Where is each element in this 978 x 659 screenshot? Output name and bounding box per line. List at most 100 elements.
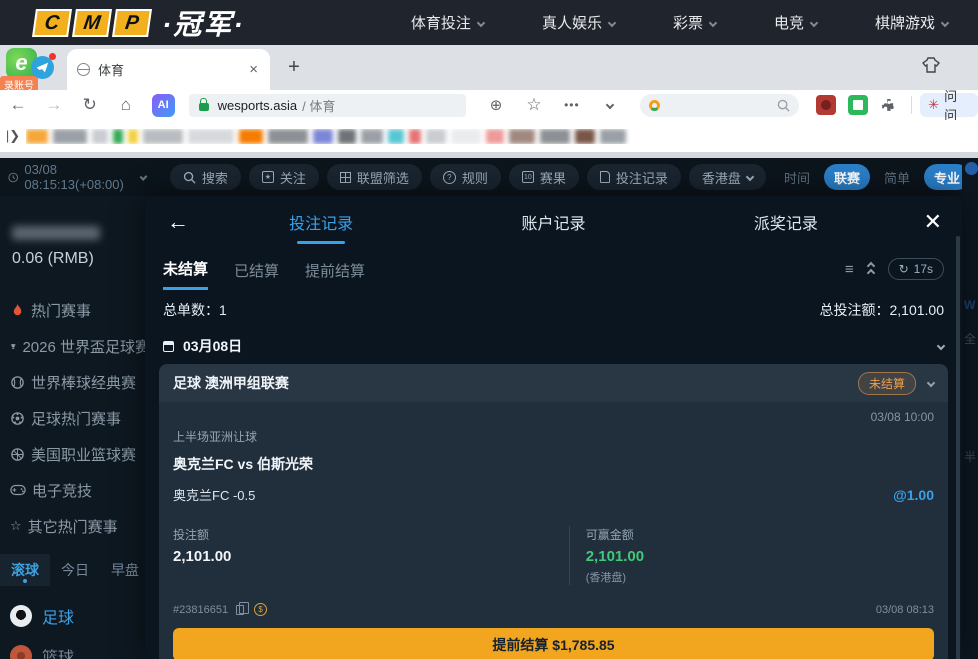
puzzle-extensions-icon[interactable] [880, 96, 898, 114]
sort-by-league-toggle[interactable]: 联赛 [824, 164, 870, 190]
chevron-down-icon [746, 173, 754, 181]
nav-esports[interactable]: 电竞 [774, 12, 817, 33]
chevron-down-icon [927, 379, 935, 387]
sidebar-item-world-baseball-classic[interactable]: 世界棒球经典赛 [0, 364, 150, 400]
trophy-icon [10, 339, 16, 354]
favorites-button[interactable]: ★ 关注 [249, 164, 319, 190]
tab-account-records[interactable]: 账户记录 [437, 196, 669, 248]
globe-icon [77, 63, 90, 76]
sort-list-icon[interactable]: ≡ [845, 261, 854, 278]
modal-subtabs: 未结算 已结算 提前结算 ≡ ↻ 17s [145, 248, 962, 290]
server-time[interactable]: 03/08 08:15:13(+08:00) [8, 162, 146, 192]
tab-payout-records[interactable]: 派奖记录 [670, 196, 902, 248]
divider [911, 96, 912, 114]
copy-icon[interactable] [236, 605, 244, 615]
sidebar-menu: 热门赛事 2026 世界盃足球赛 世界棒球经典赛 足球热门赛事 美国职业篮球赛 … [0, 292, 150, 544]
new-tab-button[interactable]: + [281, 55, 307, 81]
address-bar[interactable]: wesports.asia / 体育 [189, 94, 466, 117]
tab-title: 体育 [98, 60, 247, 79]
odds-type-selector[interactable]: 香港盘 [689, 164, 766, 190]
quick-search-box[interactable] [640, 94, 800, 117]
search-icon [777, 99, 790, 112]
sidebar-expand-icon[interactable]: |❯ [0, 128, 26, 144]
nav-card-games[interactable]: 棋牌游戏 [875, 12, 948, 33]
extension-book-icon[interactable] [848, 95, 868, 115]
results-button[interactable]: 10 赛果 [509, 164, 579, 190]
tab-close-icon[interactable]: × [247, 61, 260, 78]
simple-view-toggle[interactable]: 简单 [874, 168, 920, 187]
date-group-row[interactable]: 03月08日 [145, 330, 962, 362]
cmp-logo[interactable]: C M P ·冠军· [34, 3, 245, 43]
flame-icon [10, 303, 25, 318]
coin-icon[interactable]: $ [254, 603, 267, 616]
league-filter-button[interactable]: 联盟筛选 [327, 164, 422, 190]
rules-button[interactable]: ? 规则 [430, 164, 501, 190]
back-arrow-icon[interactable]: ← [167, 209, 189, 235]
calendar-icon [163, 341, 174, 352]
search-engine-icon [649, 100, 660, 111]
baseball-icon [10, 375, 25, 390]
search-icon [183, 171, 196, 184]
bookmark-star-icon[interactable]: ☆ [516, 95, 552, 115]
tab-live[interactable]: 滚球 [0, 554, 50, 586]
refresh-countdown[interactable]: ↻ 17s [888, 258, 944, 280]
soccer-ball-icon [10, 605, 32, 627]
ask-ai-button[interactable]: ✳ 问问 [920, 93, 978, 117]
star-icon: ☆ [10, 518, 22, 534]
left-sidebar: 0.06 (RMB) 热门赛事 2026 世界盃足球赛 世界棒球经典赛 足球热门… [0, 196, 150, 659]
win-label: 可赢金额 [586, 526, 934, 543]
url-path: / 体育 [302, 96, 335, 115]
tab-bet-records[interactable]: 投注记录 [205, 196, 437, 248]
tab-today[interactable]: 今日 [50, 554, 100, 586]
browser-tab-active[interactable]: 体育 × [67, 49, 270, 90]
sidebar-item-other-hot[interactable]: ☆ 其它热门赛事 [0, 508, 150, 544]
subtab-settled[interactable]: 已结算 [234, 250, 279, 289]
sidebar-item-esports[interactable]: 电子竞技 [0, 472, 150, 508]
theme-shirt-icon[interactable] [922, 57, 940, 78]
back-button[interactable]: ← [0, 95, 36, 115]
sidebar-item-world-cup-2026[interactable]: 2026 世界盃足球赛 [0, 328, 150, 364]
bet-id: #23816651 [173, 604, 228, 616]
chevron-down-icon [608, 18, 616, 26]
bookmarks-mosaic[interactable] [26, 129, 978, 144]
extensions-chevron-icon[interactable] [592, 95, 628, 115]
total-orders: 总单数：1 [163, 300, 227, 320]
sort-by-time-toggle[interactable]: 时间 [774, 168, 820, 187]
search-button[interactable]: 搜索 [170, 164, 241, 190]
nav-lottery[interactable]: 彩票 [673, 12, 716, 33]
sidebar-item-nba[interactable]: 美国职业篮球赛 [0, 436, 150, 472]
browser-toolbar: ← → ↻ ⌂ AI wesports.asia / 体育 ⊕ ☆ ••• ✳ … [0, 90, 978, 120]
cashout-button[interactable]: 提前结算 $1,785.85 [173, 628, 934, 659]
tab-early[interactable]: 早盘 [100, 554, 150, 586]
collapse-all-icon[interactable] [868, 263, 874, 276]
send-to-device-icon[interactable]: ⊕ [478, 96, 514, 114]
sport-basketball[interactable]: 篮球 [0, 640, 150, 659]
stake-amount: 2,101.00 [173, 548, 569, 565]
forward-button[interactable]: → [36, 95, 72, 115]
subtab-cashout[interactable]: 提前结算 [305, 250, 365, 289]
bet-records-button[interactable]: 投注记录 [587, 164, 681, 190]
bet-card-header[interactable]: 足球 澳洲甲组联赛 未结算 [159, 364, 948, 402]
more-options-icon[interactable]: ••• [554, 98, 590, 112]
bet-placed-time: 03/08 08:13 [876, 604, 934, 616]
ai-assistant-button[interactable]: AI [152, 94, 175, 117]
extension-camera-icon[interactable] [816, 95, 836, 115]
paper-plane-icon [36, 61, 49, 74]
subtab-unsettled[interactable]: 未结算 [163, 248, 208, 290]
account-balance: 0.06 (RMB) [12, 250, 150, 268]
match-teams: 奥克兰FC vs 伯斯光荣 [173, 454, 934, 474]
chevron-down-icon [477, 18, 485, 26]
browser-tab-strip: e 录账号 体育 × + [0, 45, 978, 90]
document-icon [600, 171, 610, 183]
refresh-icon: ↻ [899, 262, 909, 276]
sidebar-item-soccer-hot[interactable]: 足球热门赛事 [0, 400, 150, 436]
sport-soccer[interactable]: 足球 [0, 600, 150, 632]
sidebar-item-hot-events[interactable]: 热门赛事 [0, 292, 150, 328]
home-button[interactable]: ⌂ [108, 95, 144, 115]
close-icon[interactable]: ✕ [924, 209, 942, 235]
modal-scrollbar[interactable] [956, 236, 960, 659]
reload-button[interactable]: ↻ [72, 95, 108, 115]
league-name: 足球 澳洲甲组联赛 [173, 373, 289, 393]
nav-sports-betting[interactable]: 体育投注 [411, 12, 484, 33]
nav-live-casino[interactable]: 真人娱乐 [542, 12, 615, 33]
